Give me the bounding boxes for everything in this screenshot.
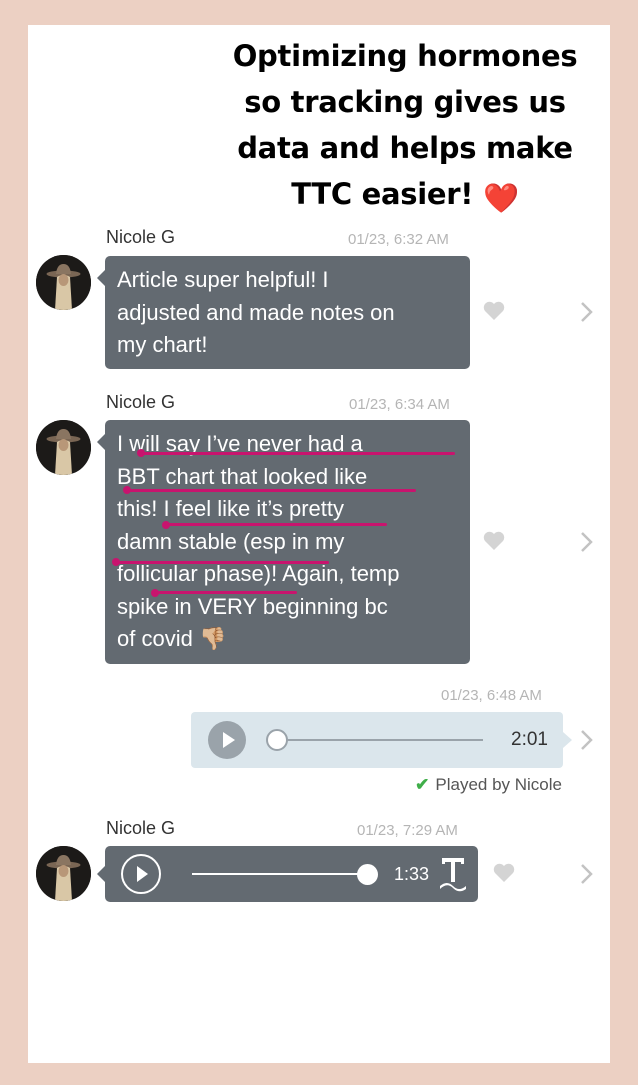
thumbs-down-emoji: 👎🏼 (198, 627, 227, 652)
audio-duration: 2:01 (511, 729, 548, 750)
audio-scrubber[interactable] (266, 729, 288, 751)
message-line: of covid 👎🏼 (117, 623, 458, 657)
message-line: adjusted and made notes on (117, 299, 395, 325)
audio-progress-track[interactable] (277, 739, 483, 741)
screenshot-card: Optimizing hormones so tracking gives us… (28, 25, 610, 1063)
message-line: my chart! (117, 332, 208, 357)
heart-icon[interactable] (493, 863, 515, 883)
headline-line: Optimizing hormones (232, 39, 578, 73)
message-text: of covid (117, 626, 193, 651)
message-line: spike in VERY beginning bc (117, 593, 388, 619)
annotation-underline (115, 561, 329, 564)
check-icon: ✔ (415, 775, 430, 794)
headline-line: TTC easier! ❤️ (28, 171, 610, 221)
message-timestamp: 01/23, 6:48 AM (441, 687, 542, 704)
sender-name: Nicole G (106, 392, 176, 412)
incoming-voice-message[interactable]: 1:33 (97, 846, 478, 902)
message-line: Article super helpful! I (117, 267, 329, 292)
headline: Optimizing hormones so tracking gives us… (28, 33, 610, 221)
outgoing-voice-message[interactable]: 2:01 (191, 712, 572, 768)
audio-duration: 1:33 (394, 864, 430, 884)
play-icon (223, 732, 235, 748)
read-receipt-text: Played by Nicole (435, 775, 562, 794)
message-line: damn stable (esp in my (117, 528, 345, 554)
message-bubble[interactable]: I will say I’ve never had a BBT chart th… (97, 420, 470, 664)
sender-name: Nicole G (106, 227, 176, 247)
message-timestamp: 01/23, 6:32 AM (348, 231, 449, 248)
chevron-right-icon[interactable] (579, 531, 595, 553)
annotation-underline (165, 523, 387, 526)
headline-line: data and helps make (237, 131, 573, 165)
annotation-underline (154, 591, 297, 594)
avatar[interactable] (36, 846, 91, 901)
transcribe-icon[interactable] (438, 854, 468, 892)
play-icon (137, 866, 148, 882)
message-timestamp: 01/23, 7:29 AM (357, 822, 458, 839)
audio-progress-track[interactable] (192, 873, 368, 875)
red-heart-emoji: ❤️ (482, 181, 519, 215)
play-button[interactable] (208, 721, 246, 759)
sender-name: Nicole G (106, 818, 176, 838)
chevron-right-icon[interactable] (579, 863, 595, 885)
avatar[interactable] (36, 420, 91, 475)
chevron-right-icon[interactable] (579, 301, 595, 323)
heart-icon[interactable] (483, 301, 505, 321)
headline-text: TTC easier! (291, 177, 474, 211)
avatar[interactable] (36, 255, 91, 310)
message-timestamp: 01/23, 6:34 AM (349, 396, 450, 413)
heart-icon[interactable] (483, 531, 505, 551)
message-line: I will say I’ve never had a (117, 431, 363, 456)
chevron-right-icon[interactable] (579, 729, 595, 751)
headline-line: so tracking gives us (244, 85, 566, 119)
read-receipt: ✔ Played by Nicole (415, 775, 562, 795)
audio-scrubber[interactable] (357, 864, 378, 885)
annotation-underline (140, 452, 455, 455)
play-button[interactable] (121, 854, 161, 894)
message-bubble[interactable]: Article super helpful! I adjusted and ma… (97, 256, 470, 369)
annotation-underline (126, 489, 416, 492)
